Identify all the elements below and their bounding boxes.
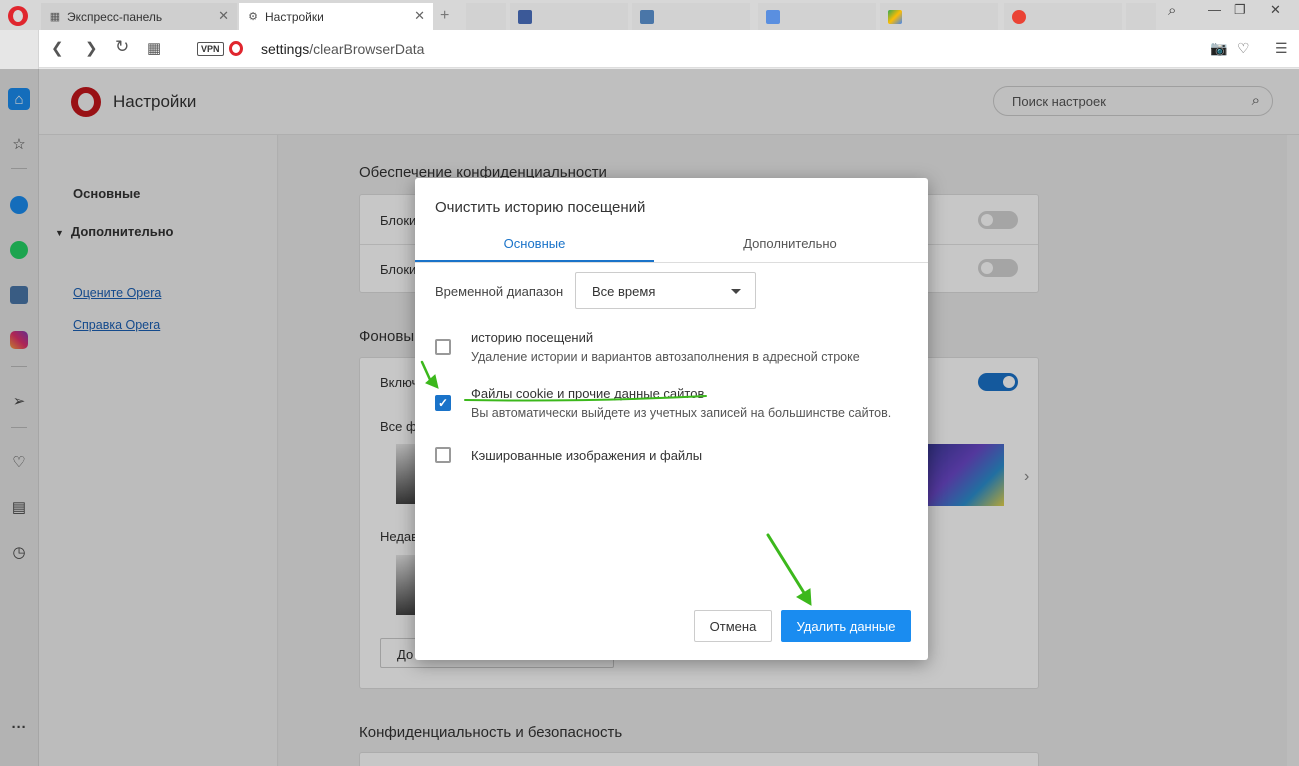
- easy-setup-icon[interactable]: ☰: [1275, 40, 1288, 57]
- tab-blurred[interactable]: [466, 3, 506, 30]
- tab-blurred[interactable]: [1004, 3, 1122, 30]
- url-host: settings: [261, 41, 310, 57]
- time-range-value: Все время: [592, 284, 656, 299]
- opera-site-icon: [229, 41, 243, 56]
- camera-icon[interactable]: 📷: [1210, 40, 1227, 57]
- address-bar: ❮ ❯ ↻ ▦ VPN settings/clearBrowserData 📷 …: [39, 30, 1299, 68]
- delete-data-button[interactable]: Удалить данные: [781, 610, 911, 642]
- site-icon: [766, 9, 780, 24]
- cookies-option-desc: Вы автоматически выйдете из учетных запи…: [471, 406, 892, 420]
- reload-icon[interactable]: ↻: [115, 37, 129, 57]
- active-tab-indicator: [415, 260, 654, 262]
- tab-speed-dial[interactable]: ▦ Экспресс-панель ✕: [41, 3, 237, 30]
- grid-icon: ▦: [49, 10, 61, 23]
- tab-blurred[interactable]: [632, 3, 750, 30]
- time-range-label: Временной диапазон: [435, 284, 564, 299]
- tab-label: Экспресс-панель: [67, 9, 163, 24]
- tab-blurred[interactable]: [1126, 3, 1156, 30]
- cookies-checkbox[interactable]: ✓: [435, 395, 451, 411]
- vk-icon: [640, 9, 654, 24]
- history-option-title: историю посещений: [471, 330, 594, 345]
- drive-icon: [888, 9, 902, 24]
- cache-checkbox[interactable]: [435, 447, 451, 463]
- heart-icon[interactable]: ♡: [1237, 40, 1250, 57]
- gear-icon: ⚙: [248, 10, 258, 23]
- vpn-badge[interactable]: VPN: [197, 42, 224, 56]
- close-window-icon[interactable]: ✕: [1270, 2, 1281, 18]
- cache-option-title: Кэшированные изображения и файлы: [471, 448, 703, 463]
- tabs-grid-icon[interactable]: ▦: [147, 39, 161, 57]
- history-option-desc: Удаление истории и вариантов автозаполне…: [471, 350, 860, 364]
- minimize-icon[interactable]: —: [1208, 2, 1221, 17]
- facebook-icon: [518, 9, 532, 24]
- search-tabs-icon[interactable]: ⌕: [1168, 2, 1176, 19]
- tab-basic[interactable]: Основные: [415, 236, 654, 251]
- close-icon[interactable]: ✕: [414, 8, 425, 24]
- tab-settings[interactable]: ⚙ Настройки ✕: [239, 3, 433, 30]
- tab-blurred[interactable]: [758, 3, 876, 30]
- forward-icon[interactable]: ❯: [85, 39, 98, 57]
- tab-advanced[interactable]: Дополнительно: [705, 236, 875, 251]
- dialog-tabs: Основные Дополнительно: [415, 230, 928, 263]
- tab-blurred[interactable]: [510, 3, 628, 30]
- tab-strip: ▦ Экспресс-панель ✕ ⚙ Настройки ✕ + ⌕ — …: [0, 0, 1299, 30]
- tab-label: Настройки: [265, 9, 324, 24]
- clear-browsing-data-dialog: Очистить историю посещений Основные Допо…: [415, 178, 928, 660]
- cancel-button[interactable]: Отмена: [694, 610, 772, 642]
- restore-icon[interactable]: ❐: [1234, 2, 1246, 18]
- google-icon: [1012, 9, 1026, 24]
- cookies-option-title: Файлы cookie и прочие данные сайтов: [471, 386, 705, 401]
- history-checkbox[interactable]: [435, 339, 451, 355]
- new-tab-icon[interactable]: +: [440, 7, 449, 25]
- caret-down-icon: [731, 289, 741, 294]
- tab-blurred[interactable]: [880, 3, 998, 30]
- back-icon[interactable]: ❮: [51, 39, 64, 57]
- dialog-title: Очистить историю посещений: [435, 199, 646, 216]
- url-field[interactable]: settings/clearBrowserData: [261, 41, 424, 57]
- opera-menu-icon[interactable]: [8, 6, 28, 26]
- time-range-select[interactable]: Все время: [575, 272, 756, 309]
- close-icon[interactable]: ✕: [218, 8, 229, 24]
- url-path: /clearBrowserData: [309, 41, 425, 57]
